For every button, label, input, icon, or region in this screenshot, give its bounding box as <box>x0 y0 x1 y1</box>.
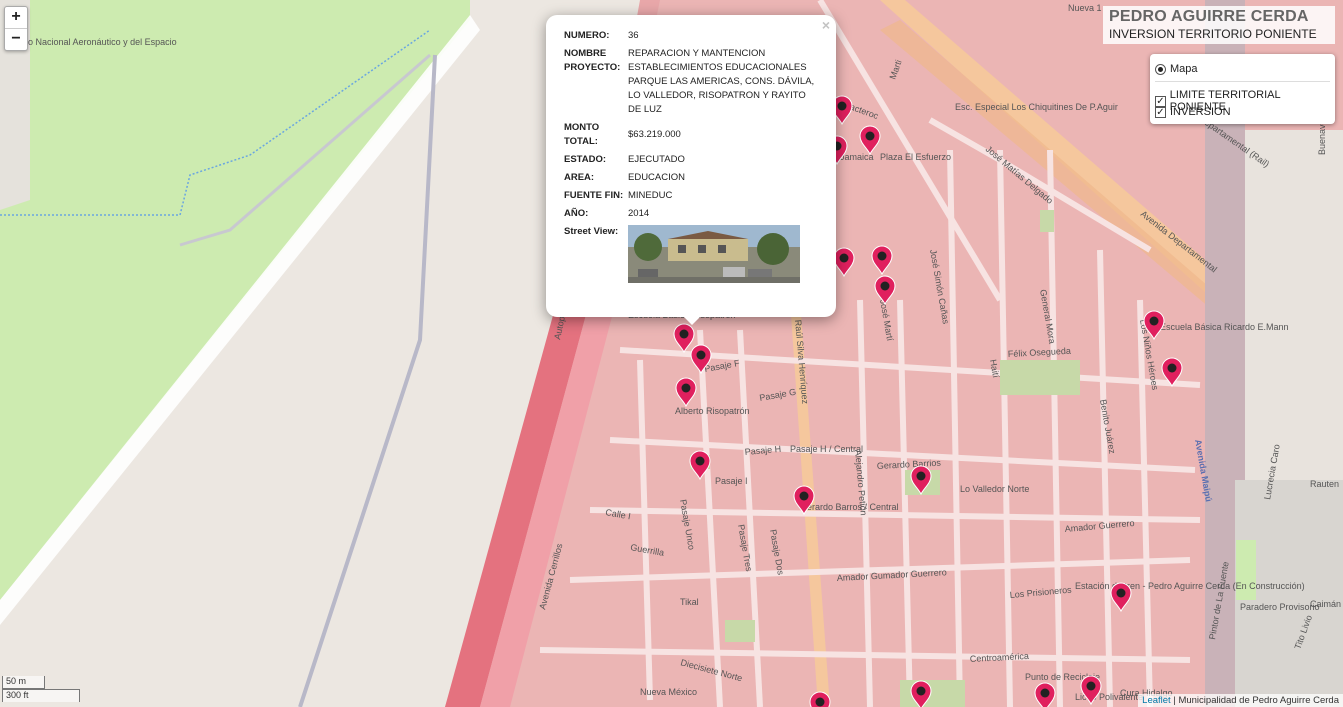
detail-value: REPARACION Y MANTENCION ESTABLECIMIENTOS… <box>628 48 815 115</box>
base-layer-label: Mapa <box>1170 63 1198 75</box>
inversion-marker[interactable] <box>793 485 815 516</box>
layer-control: Mapa ✓ LIMITE TERRITORIAL PONIENTE ✓ INV… <box>1150 54 1335 124</box>
overlay-inversion-label: INVERSION <box>1170 106 1231 118</box>
detail-key: FUENTE FIN: <box>564 190 624 201</box>
detail-value: EJECUTADO <box>628 154 685 165</box>
inversion-marker[interactable] <box>1143 310 1165 341</box>
scale-imperial: 300 ft <box>2 689 80 702</box>
inversion-marker[interactable] <box>910 465 932 496</box>
leaflet-link[interactable]: Leaflet <box>1142 695 1171 706</box>
detail-key: ESTADO: <box>564 154 607 165</box>
overlay-option-inversion[interactable]: ✓ INVERSION <box>1155 106 1231 118</box>
close-icon[interactable]: × <box>822 17 830 33</box>
layer-separator <box>1155 81 1330 82</box>
detail-key: NUMERO: <box>564 30 610 41</box>
inversion-marker[interactable] <box>1161 357 1183 388</box>
inversion-marker[interactable] <box>874 275 896 306</box>
overlay-limite-checkbox[interactable]: ✓ <box>1155 95 1166 107</box>
detail-row: MONTO TOTAL: $63.219.000 <box>564 120 816 152</box>
detail-key: MONTO TOTAL: <box>564 122 600 147</box>
street-view-cell <box>628 224 816 286</box>
detail-value: MINEDUC <box>628 190 673 201</box>
street-view-image[interactable] <box>628 225 800 283</box>
inversion-marker[interactable] <box>809 691 831 707</box>
map-title: PEDRO AGUIRRE CERDA <box>1109 8 1309 25</box>
inversion-marker[interactable] <box>689 450 711 481</box>
project-details-table: NUMERO: 36 NOMBRE PROYECTO: REPARACION Y… <box>564 28 816 286</box>
street-view-key: Street View: <box>564 226 619 237</box>
base-layer-radio[interactable] <box>1155 63 1166 75</box>
inversion-marker[interactable] <box>910 680 932 707</box>
overlay-inversion-checkbox[interactable]: ✓ <box>1155 106 1166 118</box>
inversion-marker[interactable] <box>675 377 697 408</box>
popup-tip <box>682 315 702 325</box>
map-subtitle: INVERSION TERRITORIO PONIENTE <box>1109 27 1317 41</box>
zoom-control: + − <box>4 6 28 51</box>
inversion-marker[interactable] <box>690 344 712 375</box>
attribution-source: Municipalidad de Pedro Aguirre Cerda <box>1178 695 1339 706</box>
map-title-box: PEDRO AGUIRRE CERDA INVERSION TERRITORIO… <box>1103 6 1335 44</box>
base-layer-option[interactable]: Mapa <box>1155 63 1198 75</box>
detail-value: $63.219.000 <box>628 129 681 140</box>
detail-key: AÑO: <box>564 208 589 219</box>
inversion-marker[interactable] <box>1080 675 1102 706</box>
detail-row: Street View: <box>564 224 816 286</box>
scale-metric: 50 m <box>2 676 45 689</box>
zoom-in-button[interactable]: + <box>5 7 27 28</box>
attribution: Leaflet | Municipalidad de Pedro Aguirre… <box>1138 694 1343 707</box>
zoom-out-button[interactable]: − <box>5 28 27 50</box>
detail-row: NOMBRE PROYECTO: REPARACION Y MANTENCION… <box>564 46 816 120</box>
detail-value: 36 <box>628 30 639 41</box>
detail-key: NOMBRE PROYECTO: <box>564 48 621 73</box>
inversion-marker[interactable] <box>833 247 855 278</box>
detail-row: NUMERO: 36 <box>564 28 816 46</box>
detail-row: FUENTE FIN: MINEDUC <box>564 188 816 206</box>
detail-row: AREA: EDUCACION <box>564 170 816 188</box>
detail-value: 2014 <box>628 208 650 219</box>
inversion-marker[interactable] <box>871 245 893 276</box>
detail-row: ESTADO: EJECUTADO <box>564 152 816 170</box>
inversion-marker[interactable] <box>1110 582 1132 613</box>
inversion-marker[interactable] <box>1034 682 1056 707</box>
project-popup: × NUMERO: 36 NOMBRE PROYECTO: REPARACION… <box>546 15 836 317</box>
detail-row: AÑO: 2014 <box>564 206 816 224</box>
inversion-marker[interactable] <box>859 125 881 156</box>
detail-value: EDUCACION <box>628 172 686 183</box>
inversion-marker[interactable] <box>673 323 695 354</box>
detail-key: AREA: <box>564 172 595 183</box>
